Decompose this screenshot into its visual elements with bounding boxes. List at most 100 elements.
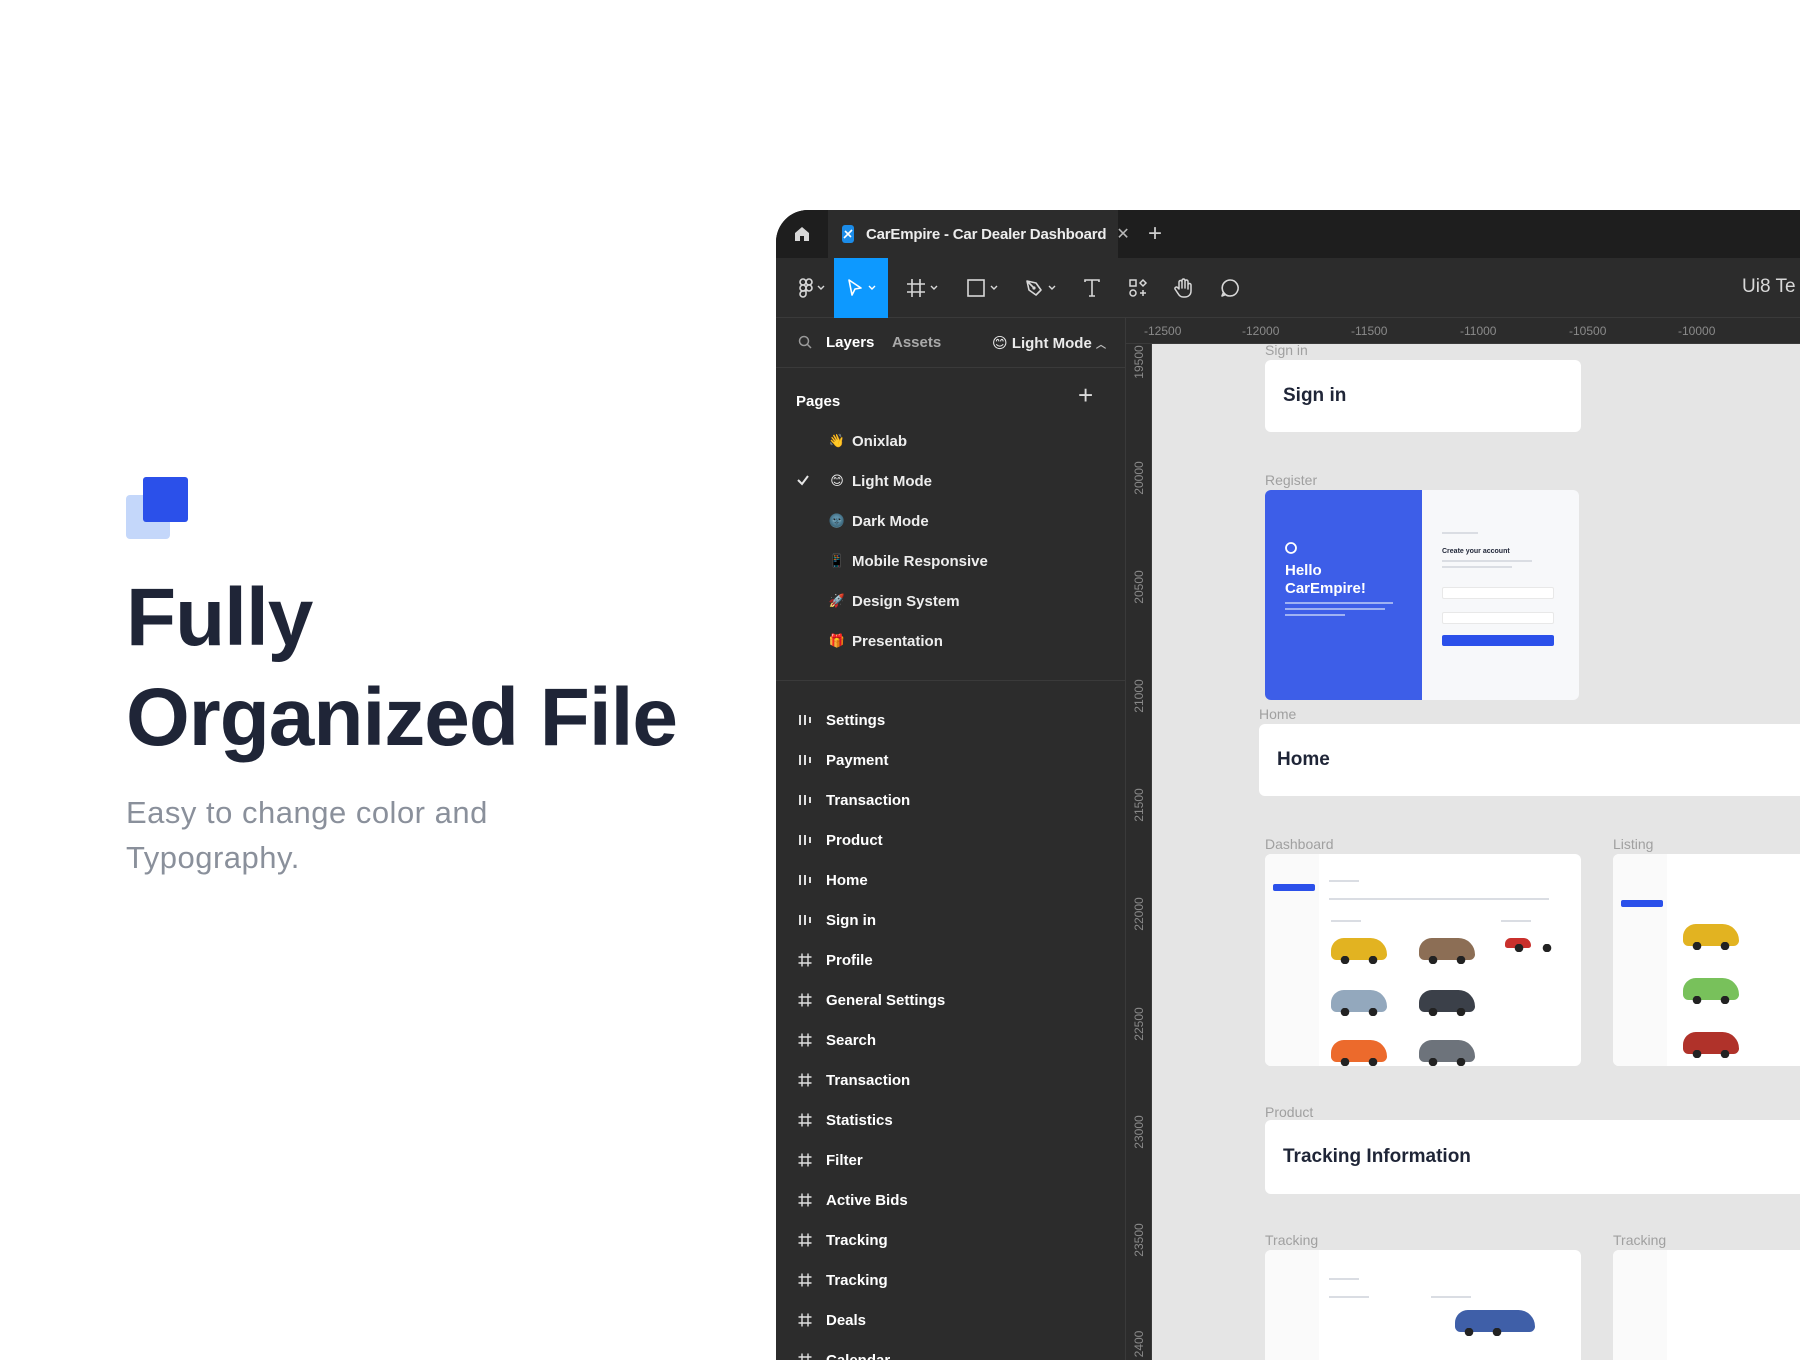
register-button <box>1442 635 1554 646</box>
layer-item[interactable]: Filter <box>776 1140 1126 1180</box>
current-page-label: Light Mode <box>1011 335 1092 352</box>
move-tool-icon <box>848 279 862 296</box>
page-item-presentation[interactable]: 🎁 Presentation <box>776 621 1126 661</box>
design-canvas[interactable]: Sign in Sign in Register Hello CarEmpire… <box>1152 344 1800 1360</box>
comment-tool-button[interactable] <box>1208 258 1252 318</box>
layer-item-label: Tracking <box>826 1271 888 1289</box>
page-item-onixlab[interactable]: 👋 Onixlab <box>776 421 1126 461</box>
layer-item-label: Search <box>826 1031 877 1049</box>
hand-tool-button[interactable] <box>1162 258 1206 318</box>
home-button[interactable] <box>776 210 828 258</box>
components-button[interactable] <box>1116 258 1160 318</box>
frame-dashboard[interactable] <box>1265 854 1581 1066</box>
page-emoji: 👋 <box>828 433 846 448</box>
layer-item[interactable]: Transaction <box>776 780 1126 820</box>
section-icon <box>798 793 818 807</box>
layer-item[interactable]: Product <box>776 820 1126 860</box>
move-tool-button[interactable] <box>834 258 888 318</box>
page-emoji: 😊 <box>830 473 844 488</box>
register-hero-panel: Hello CarEmpire! <box>1265 490 1422 700</box>
layer-item[interactable]: Transaction <box>776 1060 1126 1100</box>
layer-item[interactable]: Statistics <box>776 1100 1126 1140</box>
ruler-tick-label: 23000 <box>1132 1115 1146 1149</box>
page-item-dark-mode[interactable]: 🌚 Dark Mode <box>776 501 1126 541</box>
layer-item-label: Payment <box>826 751 889 769</box>
layer-item[interactable]: Home <box>776 860 1126 900</box>
frame-listing[interactable] <box>1613 854 1800 1066</box>
search-icon[interactable] <box>798 335 812 349</box>
ruler-tick-label: 20000 <box>1132 461 1146 495</box>
layer-item[interactable]: Calendar <box>776 1340 1126 1360</box>
layer-item-label: Tracking <box>826 1231 888 1249</box>
ruler-tick-label: 19500 <box>1132 345 1146 379</box>
frame-home[interactable]: Home <box>1259 724 1800 796</box>
layer-item-label: Sign in <box>826 911 876 929</box>
new-tab-plus-icon[interactable]: + <box>1148 220 1162 248</box>
layers-panel: Layers Assets 😊 Light Mode ︿ Pages + 👋 O… <box>776 318 1126 1360</box>
shape-tool-button[interactable] <box>956 258 1008 318</box>
layer-item-label: Profile <box>826 951 873 969</box>
layer-item[interactable]: Settings <box>776 700 1126 740</box>
current-page-switcher[interactable]: 😊 Light Mode ︿ <box>992 334 1106 352</box>
frame-label-dashboard[interactable]: Dashboard <box>1265 836 1334 852</box>
layer-item[interactable]: Search <box>776 1020 1126 1060</box>
ruler-tick-label: 21500 <box>1132 788 1146 822</box>
layer-item-label: Deals <box>826 1311 867 1329</box>
frame-label-home[interactable]: Home <box>1259 706 1296 722</box>
layer-item[interactable]: Tracking <box>776 1260 1126 1300</box>
tab-assets[interactable]: Assets <box>892 334 941 351</box>
pen-tool-button[interactable] <box>1014 258 1066 318</box>
page-item-mobile-responsive[interactable]: 📱 Mobile Responsive <box>776 541 1126 581</box>
rectangle-tool-icon <box>967 279 985 297</box>
file-tab[interactable]: CarEmpire - Car Dealer Dashboard ✕ <box>828 210 1130 258</box>
page-item-label: Design System <box>852 592 960 610</box>
layer-item[interactable]: Tracking <box>776 1220 1126 1260</box>
page-emoji: 🎁 <box>828 633 846 648</box>
frame-signin[interactable]: Sign in <box>1265 360 1581 432</box>
team-label[interactable]: Ui8 Te <box>1742 276 1796 298</box>
layer-item[interactable]: Active Bids <box>776 1180 1126 1220</box>
email-input <box>1442 612 1554 624</box>
layer-item[interactable]: Profile <box>776 940 1126 980</box>
section-icon <box>798 753 818 767</box>
frame-label-register[interactable]: Register <box>1265 472 1317 488</box>
ruler-tick-label: -10500 <box>1569 324 1607 338</box>
ruler-tick-label: 21000 <box>1132 679 1146 713</box>
ruler-tick-label: -12000 <box>1242 324 1280 338</box>
phone-input <box>1442 587 1554 599</box>
chevron-down-icon <box>990 285 998 290</box>
layer-item[interactable]: General Settings <box>776 980 1126 1020</box>
text-tool-button[interactable] <box>1070 258 1114 318</box>
components-icon <box>1129 278 1148 297</box>
frame-tracking[interactable] <box>1265 1250 1581 1360</box>
toolbar: Ui8 Te <box>776 258 1800 318</box>
frame-icon <box>798 1033 818 1047</box>
frame-icon <box>798 1313 818 1327</box>
page-item-light-mode[interactable]: 😊 Light Mode <box>776 461 1126 501</box>
layer-item[interactable]: Payment <box>776 740 1126 780</box>
frame-label-listing[interactable]: Listing <box>1613 836 1653 852</box>
tab-layers[interactable]: Layers <box>826 334 874 351</box>
frame-icon <box>798 1113 818 1127</box>
frame-register[interactable]: Hello CarEmpire! Create your account <box>1265 490 1581 702</box>
figma-menu-button[interactable] <box>790 258 834 318</box>
layer-item[interactable]: Deals <box>776 1300 1126 1340</box>
hand-tool-icon <box>1174 278 1192 298</box>
frame-label-product[interactable]: Product <box>1265 1104 1313 1120</box>
layer-item-label: Calendar <box>826 1351 891 1360</box>
layer-item[interactable]: Sign in <box>776 900 1126 940</box>
comment-icon <box>1221 279 1239 297</box>
frame-label-tracking[interactable]: Tracking <box>1613 1232 1666 1248</box>
add-page-plus-icon[interactable]: + <box>1078 380 1093 411</box>
frame-icon <box>798 1233 818 1247</box>
ruler-horizontal: -12500 -12000 -11500 -11000 -10500 -1000… <box>1126 318 1800 344</box>
frame-label-signin[interactable]: Sign in <box>1265 344 1308 358</box>
frame-title: Tracking Information <box>1283 1146 1471 1167</box>
frame-tool-button[interactable] <box>896 258 948 318</box>
frame-product[interactable]: Tracking Information <box>1265 1120 1800 1194</box>
section-icon <box>798 873 818 887</box>
page-item-design-system[interactable]: 🚀 Design System <box>776 581 1126 621</box>
frame-label-tracking[interactable]: Tracking <box>1265 1232 1318 1248</box>
close-icon[interactable]: ✕ <box>1116 224 1129 244</box>
frame-tracking[interactable] <box>1613 1250 1800 1360</box>
